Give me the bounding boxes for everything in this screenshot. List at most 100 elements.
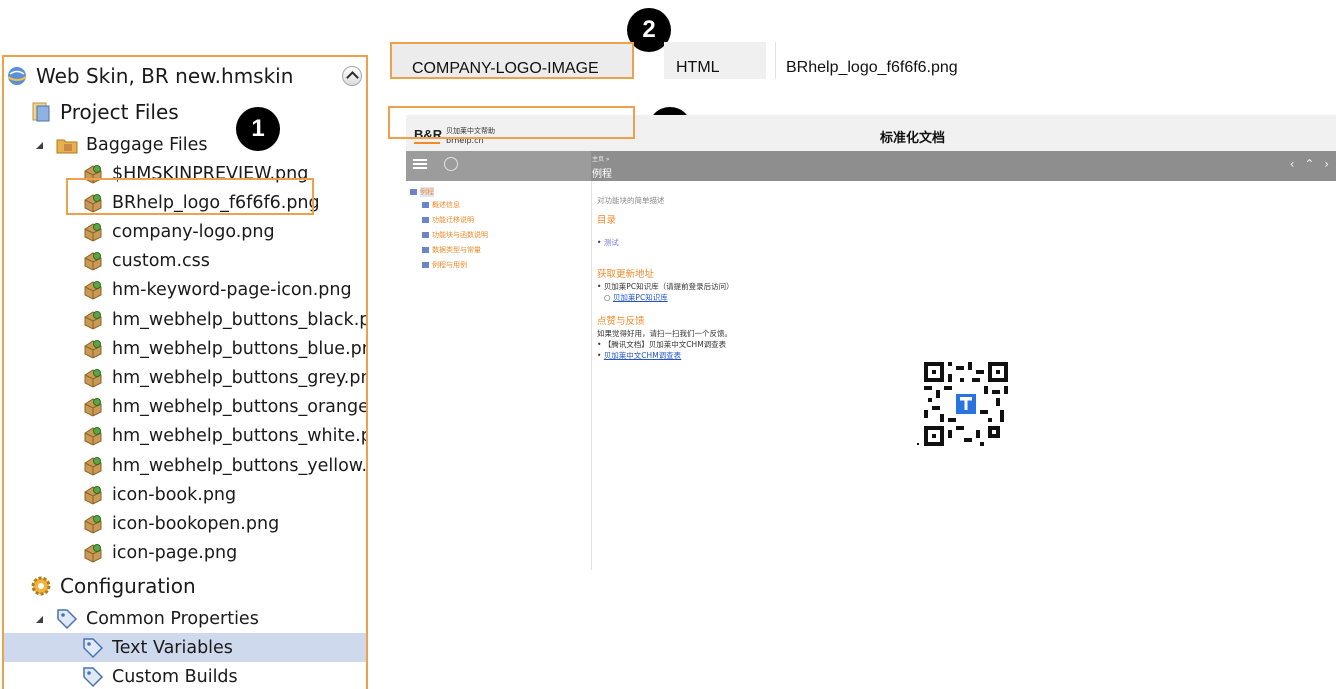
file-label: hm-keyword-page-icon.png bbox=[112, 280, 352, 301]
tree-item-project-files[interactable]: Project Files bbox=[30, 97, 368, 126]
toc-item[interactable]: 功能块与函数说明 bbox=[422, 230, 488, 240]
text-variables-label: Text Variables bbox=[112, 637, 233, 658]
nav-arrows-icon[interactable]: ‹ ⌃ › bbox=[1290, 157, 1332, 171]
badge-1: 1 bbox=[236, 107, 280, 151]
feedback-text: 如果觉得好用，请扫一扫我们一个反馈。 bbox=[597, 329, 732, 338]
content-toc-item[interactable]: • 测试 bbox=[597, 237, 619, 248]
book-icon bbox=[410, 189, 417, 195]
tree-item-file[interactable]: icon-page.png bbox=[82, 539, 366, 568]
tag-icon bbox=[56, 608, 78, 630]
file-label: hm_webhelp_buttons_grey.png bbox=[112, 367, 368, 388]
file-label: custom.css bbox=[112, 251, 210, 272]
baggage-file-icon bbox=[82, 542, 104, 564]
column-divider bbox=[775, 42, 776, 79]
tree-item-custom-builds[interactable]: Custom Builds bbox=[82, 662, 366, 689]
highlight-logo-preview bbox=[388, 106, 635, 139]
page-icon bbox=[422, 262, 429, 268]
baggage-file-icon bbox=[82, 367, 104, 389]
file-label: icon-book.png bbox=[112, 484, 237, 505]
tree-item-configuration[interactable]: Configuration bbox=[30, 571, 368, 600]
toc-item[interactable]: 例程与用例 bbox=[422, 260, 467, 270]
baggage-file-icon bbox=[82, 425, 104, 447]
content-toc-link[interactable]: 测试 bbox=[604, 238, 619, 247]
tree-item-file[interactable]: icon-book.png bbox=[82, 480, 366, 509]
toc-item-label: 功能块与函数说明 bbox=[432, 231, 488, 239]
configuration-label: Configuration bbox=[60, 573, 196, 598]
toc-item[interactable]: 功能迁移说明 bbox=[422, 215, 474, 225]
logo-underline bbox=[414, 142, 440, 144]
toc-item[interactable]: 概述信息 bbox=[422, 200, 460, 210]
tag-icon bbox=[82, 637, 104, 659]
toc-item[interactable]: 数据类型与常量 bbox=[422, 245, 481, 255]
feedback-item: • 【腾讯文档】贝加莱中文CHM调查表 bbox=[597, 340, 727, 349]
property-name-cell[interactable]: COMPANY-LOGO-IMAGE bbox=[390, 42, 634, 79]
tree-item-file[interactable]: custom.css bbox=[82, 247, 366, 276]
update-item: • 贝加莱PC知识库（请提前登录后访问） bbox=[597, 282, 734, 291]
tree-item-baggage-files[interactable]: Baggage Files bbox=[36, 130, 366, 159]
project-files-label: Project Files bbox=[60, 99, 179, 124]
file-label: hm_webhelp_buttons_black.p... bbox=[112, 309, 368, 330]
page-icon bbox=[422, 217, 429, 223]
toc-item-label: 功能迁移说明 bbox=[432, 216, 474, 224]
project-tree-panel: Web Skin, BR new.hmskin Project Files Ba… bbox=[2, 55, 368, 689]
baggage-file-icon bbox=[82, 221, 104, 243]
file-label: hm_webhelp_buttons_yellow.... bbox=[112, 455, 368, 476]
feedback-item-text: 【腾讯文档】贝加莱中文CHM调查表 bbox=[603, 340, 727, 349]
baggage-file-icon bbox=[82, 279, 104, 301]
update-subitem[interactable]: ○ 贝加莱PC知识库 bbox=[604, 292, 668, 303]
tree-item-file[interactable]: company-logo.png bbox=[82, 217, 366, 246]
custom-builds-label: Custom Builds bbox=[112, 666, 238, 687]
tag-icon bbox=[82, 666, 104, 688]
preview-toolbar: 主页 » 例程 ‹ ⌃ › bbox=[406, 151, 1336, 181]
search-icon[interactable] bbox=[444, 157, 458, 171]
toc-root-label: 例程 bbox=[420, 187, 434, 197]
breadcrumb[interactable]: 主页 » bbox=[592, 154, 610, 163]
tree-item-file[interactable]: hm_webhelp_buttons_white.p... bbox=[82, 422, 366, 451]
dot-mark bbox=[917, 443, 919, 445]
page-icon bbox=[422, 202, 429, 208]
property-type-label: HTML bbox=[676, 59, 720, 76]
baggage-file-icon bbox=[82, 455, 104, 477]
tree-item-file[interactable]: hm_webhelp_buttons_grey.png bbox=[82, 363, 368, 392]
update-item-text: 贝加莱PC知识库（请提前登录后访问） bbox=[603, 282, 734, 291]
skin-preview: B&R 贝加莱中文帮助 brhelp.cn 标准化文档 主页 » 例程 ‹ ⌃ … bbox=[406, 115, 1336, 570]
toc-item-label: 例程与用例 bbox=[432, 261, 467, 269]
web-skin-icon bbox=[6, 65, 28, 87]
baggage-file-icon bbox=[82, 250, 104, 272]
preview-title: 标准化文档 bbox=[880, 131, 946, 146]
baggage-file-icon bbox=[82, 338, 104, 360]
collapse-web-skin-button[interactable] bbox=[342, 65, 362, 86]
common-properties-label: Common Properties bbox=[86, 608, 259, 629]
tree-item-file[interactable]: icon-bookopen.png bbox=[82, 509, 366, 538]
property-value-field[interactable]: BRhelp_logo_f6f6f6.png bbox=[786, 59, 958, 77]
tree-item-text-variables[interactable]: Text Variables bbox=[4, 633, 366, 662]
tree-item-file[interactable]: hm_webhelp_buttons_blue.png bbox=[82, 334, 368, 363]
baggage-file-icon bbox=[82, 513, 104, 535]
feedback-link[interactable]: 贝加莱中文CHM调查表 bbox=[604, 351, 681, 360]
toc-item-label: 数据类型与常量 bbox=[432, 246, 481, 254]
tree-item-file[interactable]: hm_webhelp_buttons_orange... bbox=[82, 393, 368, 422]
page-icon bbox=[422, 232, 429, 238]
feedback-item[interactable]: • 贝加莱中文CHM调查表 bbox=[597, 350, 681, 361]
collapse-configuration-button[interactable] bbox=[366, 576, 368, 596]
tree-item-file[interactable]: hm_webhelp_buttons_yellow.... bbox=[82, 451, 368, 480]
menu-icon[interactable] bbox=[413, 159, 427, 161]
update-link[interactable]: 贝加莱PC知识库 bbox=[613, 293, 668, 302]
project-files-icon bbox=[30, 101, 52, 123]
tree-item-common-properties[interactable]: Common Properties bbox=[36, 604, 366, 633]
baggage-files-label: Baggage Files bbox=[86, 134, 208, 155]
tree-root-web-skin[interactable]: Web Skin, BR new.hmskin bbox=[6, 61, 366, 90]
page-title: 例程 bbox=[592, 169, 612, 180]
expand-triangle-icon[interactable] bbox=[36, 140, 46, 150]
file-label: hm_webhelp_buttons_blue.png bbox=[112, 338, 368, 359]
tree-item-file[interactable]: hm_webhelp_buttons_black.p... bbox=[82, 305, 368, 334]
expand-triangle-icon[interactable] bbox=[36, 614, 46, 624]
content-description: 对功能块的简单描述 bbox=[597, 196, 665, 205]
toc-root[interactable]: 例程 bbox=[410, 187, 434, 197]
baggage-file-icon bbox=[82, 309, 104, 331]
collapse-project-files-button[interactable] bbox=[366, 102, 368, 122]
file-label: hm_webhelp_buttons_orange... bbox=[112, 397, 368, 418]
tree-item-file[interactable]: hm-keyword-page-icon.png bbox=[82, 276, 366, 305]
feedback-heading: 点赞与反馈 bbox=[597, 316, 645, 327]
update-heading: 获取更新地址 bbox=[597, 269, 655, 280]
